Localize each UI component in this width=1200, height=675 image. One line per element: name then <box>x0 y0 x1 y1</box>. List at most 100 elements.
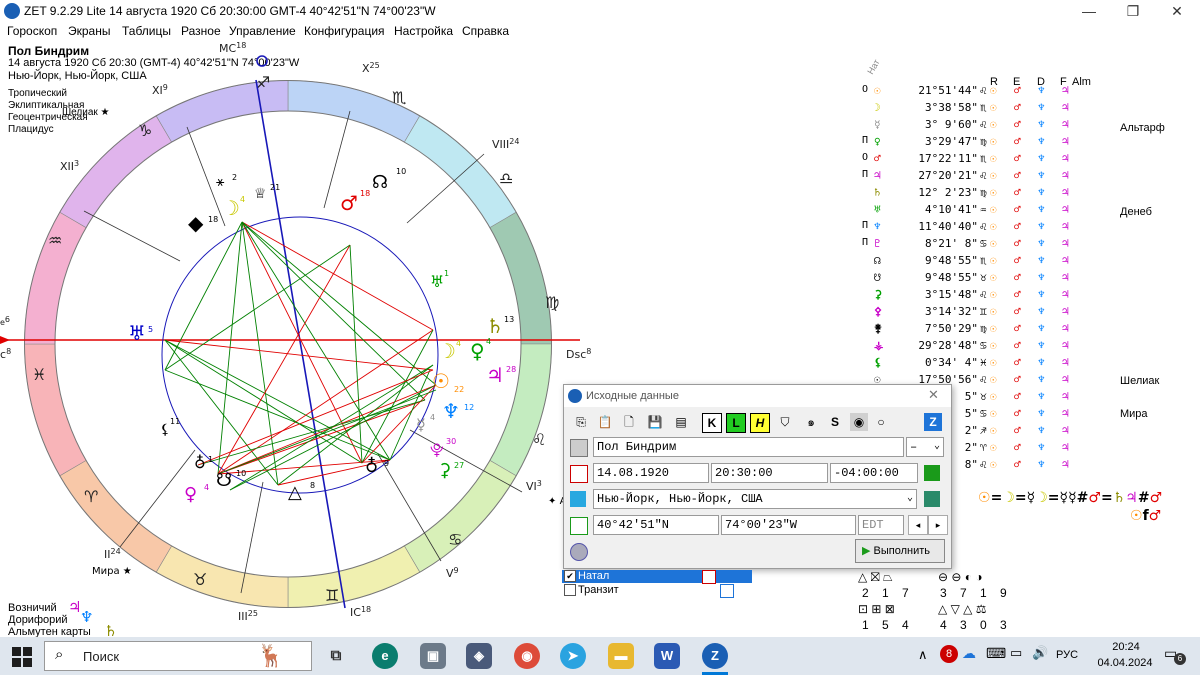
selena-icon: ◆ <box>188 211 204 235</box>
tray-chevron-icon[interactable]: ∧ <box>918 647 928 663</box>
h-button[interactable]: H <box>750 413 770 433</box>
pars-icon: ♁ <box>194 453 206 472</box>
folder-icon[interactable]: ▬ <box>608 643 634 669</box>
zone-abbr-input[interactable]: EDT <box>858 515 904 535</box>
grid-num: 1 <box>862 618 869 632</box>
settings-wheel-icon[interactable] <box>570 543 588 561</box>
notifications-icon[interactable]: ▭ 6 <box>1164 645 1186 665</box>
jupiter-icon: ♃ <box>486 363 504 387</box>
menu-config[interactable]: Конфигурация <box>304 24 385 38</box>
grid-num: 1 <box>980 586 987 600</box>
natal-checkbox[interactable]: ✔ <box>564 570 576 582</box>
menu-control[interactable]: Управление <box>229 24 296 38</box>
transit-checkbox[interactable] <box>564 584 576 596</box>
battery-icon[interactable]: ▭ <box>1010 645 1022 661</box>
calendar-icon[interactable]: ▤ <box>672 413 690 431</box>
menu-help[interactable]: Справка <box>462 24 509 38</box>
minimize-button[interactable]: — <box>1066 0 1112 22</box>
shield-icon[interactable]: ⛉ <box>776 413 794 431</box>
time-input[interactable]: 20:30:00 <box>711 463 828 483</box>
natal-row[interactable]: ✔ Натал <box>562 570 752 584</box>
sign-icon: ♊ <box>980 305 987 318</box>
transit-calendar-icon[interactable] <box>720 584 734 598</box>
network-app-icon[interactable]: ▣ <box>420 643 446 669</box>
edge-icon[interactable]: e <box>372 643 398 669</box>
menu-misc[interactable]: Разное <box>181 24 221 38</box>
timezone-status-icon[interactable] <box>924 465 940 481</box>
uranus-left-icon: ♅ <box>128 321 146 345</box>
coordinates-icon <box>570 517 588 535</box>
new-file-icon[interactable]: 🗋 <box>620 413 638 431</box>
timezone-input[interactable]: -04:00:00 <box>830 463 918 483</box>
detriment-icon: ♆ <box>1038 373 1045 386</box>
dialog-close-button[interactable]: ✕ <box>928 387 939 403</box>
spiral-icon[interactable]: ๑ <box>802 413 820 431</box>
fall-icon: ♃ <box>1062 254 1069 267</box>
menu-tables[interactable]: Таблицы <box>122 24 171 38</box>
radio-on-icon[interactable]: ◉ <box>850 413 868 431</box>
store-icon[interactable]: ◈ <box>466 643 492 669</box>
neptune-icon: ♆ <box>80 608 94 626</box>
map-icon[interactable] <box>924 491 940 507</box>
name-input[interactable]: Пол Биндрим <box>593 437 904 457</box>
chrome-icon[interactable]: ◉ <box>514 643 540 669</box>
fall-icon: ♃ <box>1062 84 1069 97</box>
start-windows-icon[interactable] <box>12 647 32 667</box>
table-row: П ♀ 3°29'47" ♍ ☉ ♂ ♆ ♃ <box>862 135 1112 152</box>
menu-horoscope[interactable]: Гороскоп <box>7 24 57 38</box>
latitude-input[interactable]: 40°42'51"N <box>593 515 719 535</box>
date-input[interactable]: 14.08.1920 <box>593 463 709 483</box>
planet-icon: ☊ <box>874 254 881 267</box>
save-icon[interactable]: 💾 <box>646 413 664 431</box>
ruler-icon: ☉ <box>990 118 997 131</box>
paste-icon[interactable]: 📋 <box>596 413 614 431</box>
clock-time[interactable]: 20:24 <box>1098 641 1154 653</box>
language-indicator[interactable]: РУС <box>1056 649 1078 661</box>
svg-text:9: 9 <box>384 459 389 468</box>
place-input[interactable]: Нью-Йорк, Нью-Йорк, США ⌄ <box>593 489 917 509</box>
exalt-icon: ♂ <box>1014 152 1021 165</box>
search-box[interactable]: ⌕ Поиск 🦌 <box>44 641 312 671</box>
svg-text:1: 1 <box>444 269 449 278</box>
tray-app-icon[interactable]: 8 <box>940 645 958 663</box>
s-icon[interactable]: S <box>826 413 844 431</box>
mc-label: MC18 <box>219 41 246 55</box>
ruler-icon: ☉ <box>990 441 997 454</box>
detriment-icon: ♆ <box>1038 305 1045 318</box>
z-button[interactable]: Z <box>924 413 942 431</box>
copy-icon[interactable]: ⎘ <box>572 413 590 431</box>
gender-select[interactable]: – ⌄ <box>906 437 944 457</box>
prev-zone-button[interactable]: ◂ <box>908 515 928 535</box>
planet-icon: ♀ <box>874 135 881 148</box>
clock-date[interactable]: 04.04.2024 <box>1090 657 1160 669</box>
maximize-button[interactable]: ❐ <box>1110 0 1156 22</box>
next-zone-button[interactable]: ▸ <box>928 515 948 535</box>
longitude-input[interactable]: 74°00'23"W <box>721 515 856 535</box>
onedrive-icon[interactable]: ☁ <box>962 645 976 662</box>
dialog-title-bar[interactable]: Исходные данные ✕ <box>564 385 951 407</box>
ruler-icon: ☉ <box>990 458 997 471</box>
detriment-icon: ♆ <box>1038 220 1045 233</box>
close-button[interactable]: ✕ <box>1154 0 1200 22</box>
svg-text:♋: ♋ <box>448 530 462 549</box>
sign-icon: ♋ <box>980 339 987 352</box>
l-button[interactable]: L <box>726 413 746 433</box>
table-row: ⚸ 0°34' 4" ♓ ☉ ♂ ♆ ♃ <box>862 356 1112 373</box>
transit-row[interactable]: Транзит <box>562 584 752 598</box>
word-icon[interactable]: W <box>654 643 680 669</box>
app-icon <box>4 3 20 19</box>
run-button[interactable]: ▶ Выполнить <box>855 539 945 563</box>
task-view-icon[interactable]: ⧉ <box>323 643 349 669</box>
menu-screens[interactable]: Экраны <box>68 24 110 38</box>
radio-off-icon[interactable]: ○ <box>872 413 890 431</box>
calendar-date-icon <box>570 465 588 483</box>
house-10-label: X25 <box>362 61 380 75</box>
svg-text:♒: ♒ <box>48 231 62 250</box>
natal-calendar-icon[interactable] <box>702 570 716 584</box>
menu-settings[interactable]: Настройка <box>394 24 453 38</box>
telegram-icon[interactable]: ➤ <box>560 643 586 669</box>
zet-app-icon[interactable]: Z <box>702 643 728 669</box>
volume-icon[interactable]: 🔊 <box>1032 645 1048 661</box>
network-icon[interactable]: ⌨ <box>986 645 1006 662</box>
k-button[interactable]: K <box>702 413 722 433</box>
